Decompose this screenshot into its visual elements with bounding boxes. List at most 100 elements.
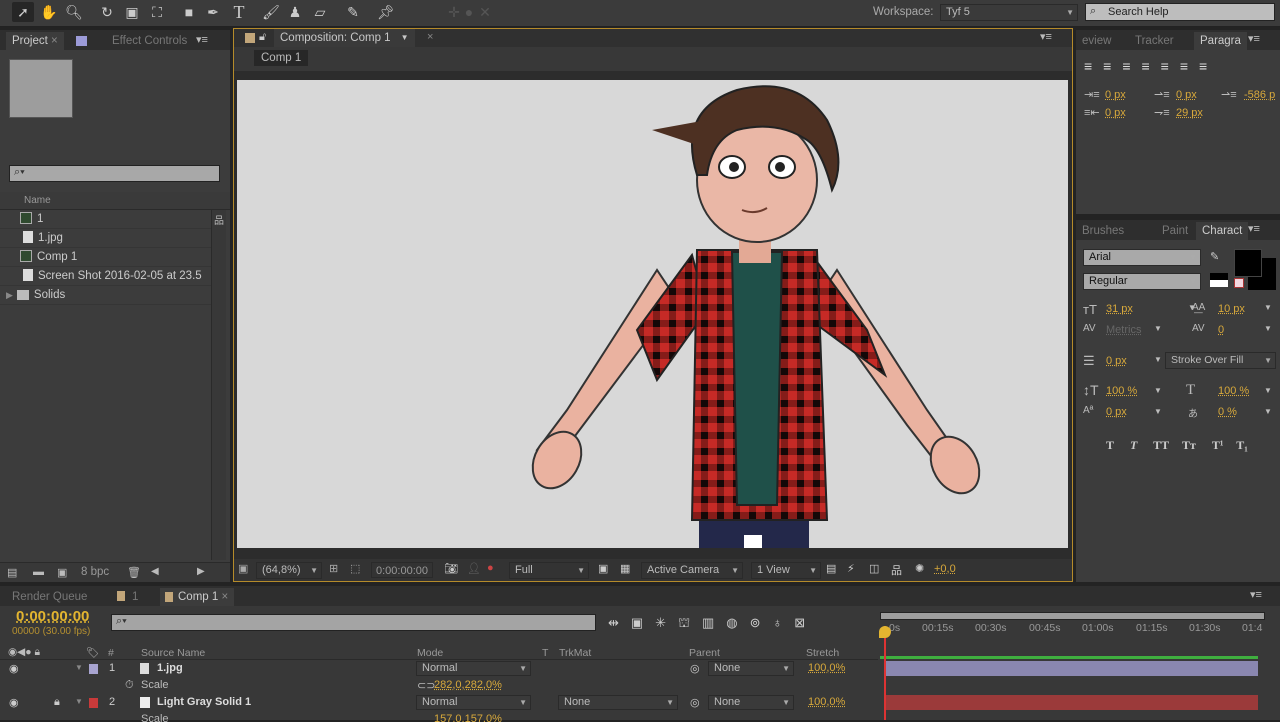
rectangle-tool-icon[interactable]: ■ xyxy=(178,2,200,22)
scroll-left-icon[interactable]: ◀ xyxy=(151,566,159,577)
flowchart-icon[interactable]: 品 xyxy=(214,212,224,227)
timeline-icon[interactable]: ◫ xyxy=(869,562,879,575)
scroll-right-icon[interactable]: ▶ xyxy=(197,566,205,577)
scale-value[interactable]: 282,0,282,0% xyxy=(434,679,502,691)
playhead[interactable] xyxy=(884,626,886,720)
search-help-field[interactable]: ⌕ Search Help xyxy=(1085,3,1275,21)
list-item[interactable]: Screen Shot 2016-02-05 at 23.5 xyxy=(0,267,211,286)
indent-right-value[interactable]: -586 p xyxy=(1244,89,1275,101)
mode-header[interactable]: Mode xyxy=(417,647,443,659)
playhead-handle[interactable] xyxy=(879,626,891,638)
time-ruler[interactable]: 0s 00:15s 00:30s 00:45s 01:00s 01:15s 01… xyxy=(880,622,1265,646)
list-item[interactable]: ▶ Solids xyxy=(0,286,211,305)
expand-arrow-icon[interactable]: ▼ xyxy=(75,697,83,706)
vertical-scale-value[interactable]: 100 % xyxy=(1106,385,1137,397)
font-family-dropdown[interactable]: Arial xyxy=(1083,249,1201,266)
blend-mode-dropdown[interactable]: Normal xyxy=(416,661,531,676)
number-column-header[interactable]: # xyxy=(108,647,114,659)
tab-timeline-comp-1[interactable]: Comp 1 × xyxy=(160,588,234,606)
tab-paragraph[interactable]: Paragra xyxy=(1194,32,1247,50)
project-scrollbar[interactable]: 品 xyxy=(211,210,226,560)
trkmat-header[interactable]: TrkMat xyxy=(559,647,591,659)
link-icon[interactable]: ⊂⊃ xyxy=(417,679,435,692)
eraser-tool-icon[interactable]: ▱ xyxy=(309,2,331,22)
bpc-button[interactable]: 8 bpc xyxy=(81,566,109,578)
chevron-down-icon[interactable]: ▼ xyxy=(1154,355,1162,364)
lock-icon[interactable]: 🔓︎ xyxy=(259,31,266,44)
timeline-timecode[interactable]: 0:00:00:00 xyxy=(16,608,89,625)
region-of-interest-icon[interactable]: ⬚ xyxy=(350,562,360,575)
tsume-value[interactable]: 0 % xyxy=(1218,406,1237,418)
tab-project[interactable]: Project × xyxy=(6,32,64,50)
layer-name[interactable]: Light Gray Solid 1 xyxy=(157,696,251,708)
exposure-reset-icon[interactable]: ✺ xyxy=(915,562,924,575)
project-search-input[interactable]: ⌕▾ xyxy=(9,165,220,182)
interpret-footage-icon[interactable]: ▤ xyxy=(7,566,17,579)
snapshot-icon[interactable]: 📷︎ xyxy=(444,562,458,575)
stroke-mode-dropdown[interactable]: Stroke Over Fill xyxy=(1165,352,1276,369)
indent-first-value[interactable]: 0 px xyxy=(1176,89,1197,101)
pickwhip-icon[interactable]: ◎ xyxy=(690,696,700,709)
trash-icon[interactable]: 🗑︎ xyxy=(127,566,141,579)
magnification-dropdown[interactable]: (64,8%) xyxy=(256,562,322,579)
eyedropper-icon[interactable]: ✎ xyxy=(1210,250,1219,263)
chevron-down-icon[interactable]: ▼ xyxy=(1264,386,1272,395)
show-snapshot-icon[interactable]: 👤︎ xyxy=(467,562,481,575)
flowchart-icon[interactable]: 品 xyxy=(891,562,902,578)
font-style-dropdown[interactable]: Regular xyxy=(1083,273,1201,290)
layer-duration-bar[interactable] xyxy=(886,661,1258,676)
views-dropdown[interactable]: 1 View xyxy=(751,562,821,579)
label-color-swatch[interactable] xyxy=(89,664,98,674)
transparency-grid-icon[interactable]: ▦ xyxy=(620,562,630,575)
channel-icon[interactable]: ● xyxy=(487,562,494,574)
t-header[interactable]: T xyxy=(542,647,548,659)
close-tab-icon[interactable]: × xyxy=(427,31,433,43)
visibility-eye-icon[interactable]: ◉ xyxy=(9,662,19,675)
baseline-shift-value[interactable]: 0 px xyxy=(1106,406,1127,418)
name-column-header[interactable]: Name xyxy=(24,195,51,206)
grid-guides-icon[interactable]: ⊞ xyxy=(329,562,338,575)
label-color-swatch[interactable] xyxy=(89,698,98,708)
blend-mode-dropdown[interactable]: Normal xyxy=(416,695,531,710)
tracking-value[interactable]: 0 xyxy=(1218,324,1224,336)
workspace-dropdown[interactable]: Tyf 5 xyxy=(940,4,1078,21)
clone-stamp-tool-icon[interactable]: ♟ xyxy=(284,2,306,22)
current-time-field[interactable]: 0:00:00:00 xyxy=(371,562,433,578)
tab-effect-controls[interactable]: Effect Controls xyxy=(106,32,193,50)
roto-brush-tool-icon[interactable]: ✎ xyxy=(342,2,364,22)
chevron-down-icon[interactable]: ▼ xyxy=(1154,407,1162,416)
font-size-value[interactable]: 31 px xyxy=(1106,303,1133,315)
faux-bold-button[interactable]: T xyxy=(1106,438,1114,452)
toggle-pixel-aspect-icon[interactable]: ▤ xyxy=(826,562,836,575)
parent-dropdown[interactable]: None xyxy=(708,661,794,676)
new-composition-icon[interactable]: ▣ xyxy=(57,566,67,579)
chevron-down-icon[interactable]: ▼ xyxy=(1154,324,1162,333)
chevron-down-icon[interactable]: ▼ xyxy=(1154,386,1162,395)
tab-preview[interactable]: eview xyxy=(1076,32,1117,50)
composition-canvas[interactable] xyxy=(237,80,1068,548)
stretch-value[interactable]: 100,0% xyxy=(808,662,845,674)
tab-tracker[interactable]: Tracker xyxy=(1129,32,1180,50)
panel-menu-icon[interactable]: ▾≡ xyxy=(1248,32,1260,45)
pan-behind-tool-icon[interactable]: ⛶ xyxy=(146,2,168,22)
comp-breadcrumb[interactable]: Comp 1 xyxy=(254,50,308,66)
all-caps-button[interactable]: TT xyxy=(1153,438,1169,452)
scale-value[interactable]: 157,0,157,0% xyxy=(434,713,502,722)
chevron-down-icon[interactable]: ▼ xyxy=(1264,324,1272,333)
parent-dropdown[interactable]: None xyxy=(708,695,794,710)
always-preview-icon[interactable]: ▣ xyxy=(238,562,248,575)
indent-left-value[interactable]: 0 px xyxy=(1105,89,1126,101)
small-caps-button[interactable]: Tт xyxy=(1182,438,1196,452)
trkmat-dropdown[interactable]: None xyxy=(558,695,678,710)
subscript-button[interactable]: T₁ xyxy=(1236,438,1248,452)
brush-tool-icon[interactable]: 🖌︎ xyxy=(260,2,282,22)
pen-tool-icon[interactable]: ✒ xyxy=(202,2,224,22)
source-name-header[interactable]: Source Name xyxy=(141,647,205,659)
tab-composition[interactable]: Composition: Comp 1 ▼ xyxy=(274,29,415,47)
layer-duration-bar[interactable] xyxy=(886,695,1258,710)
panel-menu-icon[interactable]: ▾≡ xyxy=(1248,222,1260,235)
lock-icon[interactable]: 🔒︎ xyxy=(54,696,60,709)
expand-arrow-icon[interactable]: ▶ xyxy=(0,290,13,300)
zoom-tool-icon[interactable]: 🔍︎ xyxy=(63,2,85,22)
work-area-bar[interactable] xyxy=(880,612,1265,620)
